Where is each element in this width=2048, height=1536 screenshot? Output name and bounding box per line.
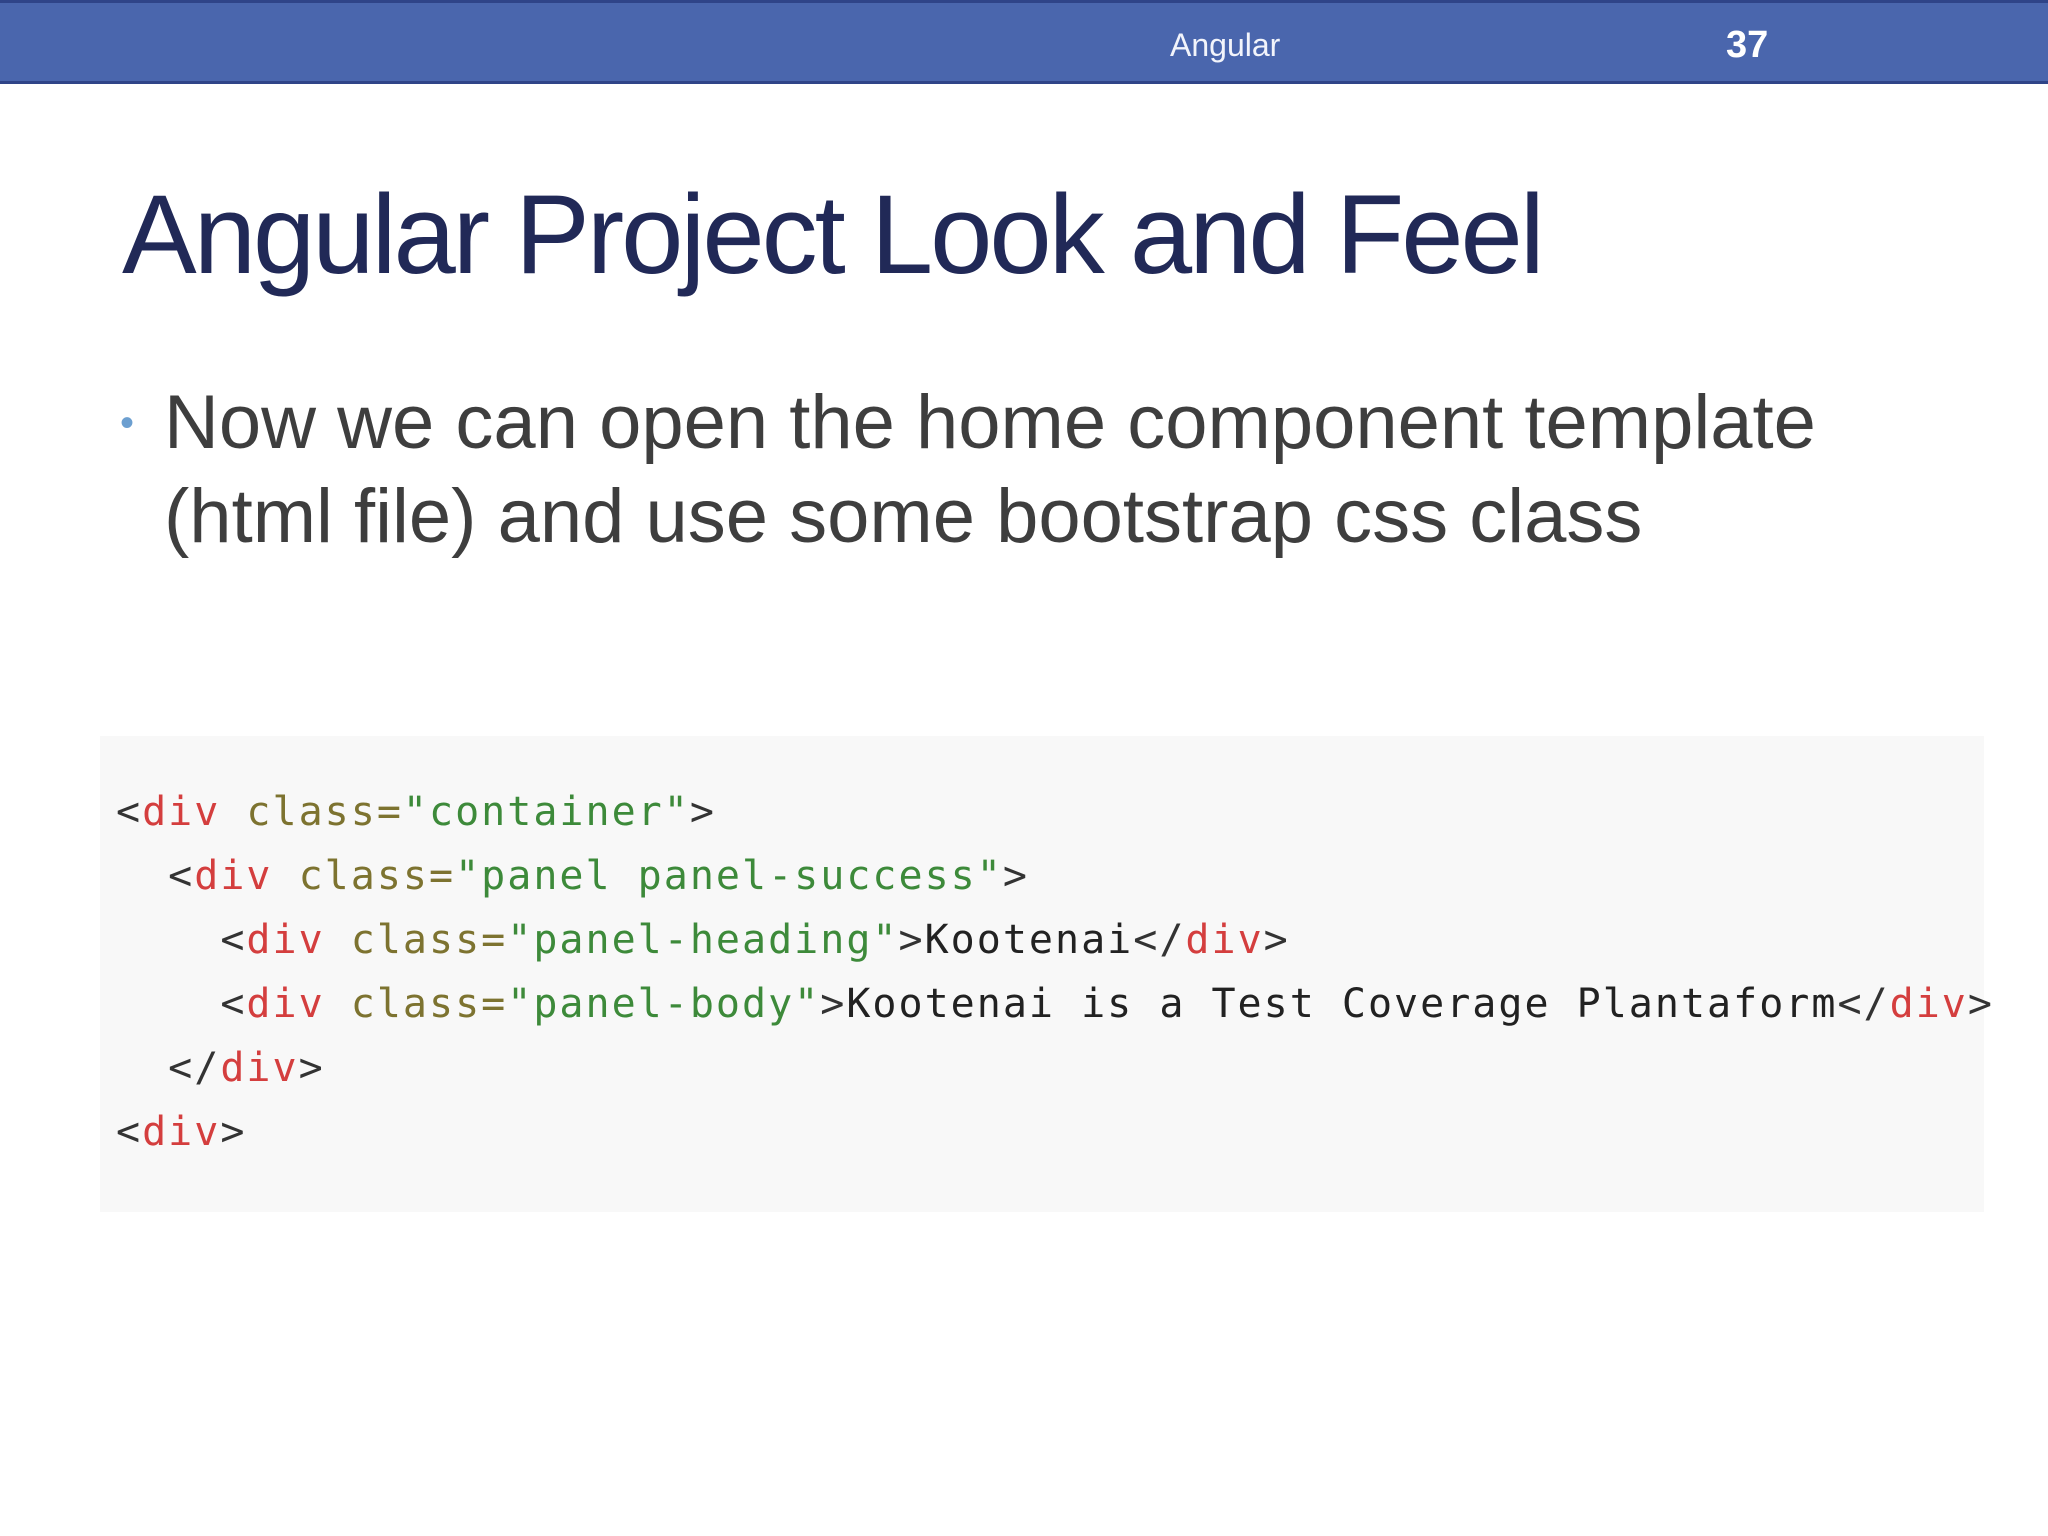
bullet-marker: • [120,401,135,445]
code-punctuation: </ [1837,981,1890,1027]
code-tag: div [1889,981,1968,1027]
code-punctuation: < [220,981,247,1027]
code-tag: div [246,981,325,1027]
bullet-item: • Now we can open the home component tem… [120,376,1960,564]
code-text: Kootenai is a Test Coverage Plantaform [846,981,1838,1027]
code-punctuation: > [298,1045,325,1091]
code-string: "panel-heading" [507,917,899,963]
code-tag: div [246,917,325,963]
code-attribute: class= [272,853,456,899]
bullet-text: Now we can open the home component templ… [164,376,1816,564]
code-string: "panel panel-success" [455,853,1003,899]
deck-title: Angular [1170,27,1281,63]
code-punctuation: </ [1133,917,1186,963]
bullet-text-line: Now we can open the home component templ… [164,380,1816,465]
code-attribute: class= [220,789,403,835]
code-line: <div class="panel panel-success"> [116,844,1984,908]
code-line: <div> [116,1100,1984,1164]
code-punctuation: < [168,853,195,899]
code-punctuation: > [689,789,716,835]
code-string: "panel-body" [507,981,821,1027]
code-line: <div class="panel-body">Kootenai is a Te… [116,972,1992,1036]
code-punctuation: < [220,917,247,963]
code-punctuation: > [820,981,847,1027]
code-tag: div [1185,917,1264,963]
code-attribute: class= [324,917,508,963]
code-attribute: class= [324,981,508,1027]
code-punctuation: > [898,917,925,963]
code-tag: div [142,789,221,835]
code-punctuation: > [1002,853,1029,899]
code-punctuation: </ [168,1045,221,1091]
code-line: <div class="container"> [116,780,1984,844]
code-line: <div class="panel-heading">Kootenai</div… [116,908,1984,972]
code-text: Kootenai [924,917,1134,963]
code-punctuation: < [116,789,143,835]
code-line: </div> [116,1036,1984,1100]
code-tag: div [220,1045,299,1091]
code-tag: div [194,853,273,899]
code-string: "container" [402,789,690,835]
code-punctuation: > [220,1109,247,1155]
code-block: <div class="container"> <div class="pane… [100,736,1992,1212]
code-tag: div [142,1109,221,1155]
code-punctuation: > [1967,981,1994,1027]
code-punctuation: > [1263,917,1290,963]
slide-title: Angular Project Look and Feel [122,172,1545,297]
slide-number: 37 [1726,24,1769,66]
header-bar: Angular 37 [0,0,2048,84]
bullet-text-line: (html file) and use some bootstrap css c… [164,474,1643,559]
code-punctuation: < [116,1109,143,1155]
slide: Angular 37 Angular Project Look and Feel… [0,0,2048,1536]
